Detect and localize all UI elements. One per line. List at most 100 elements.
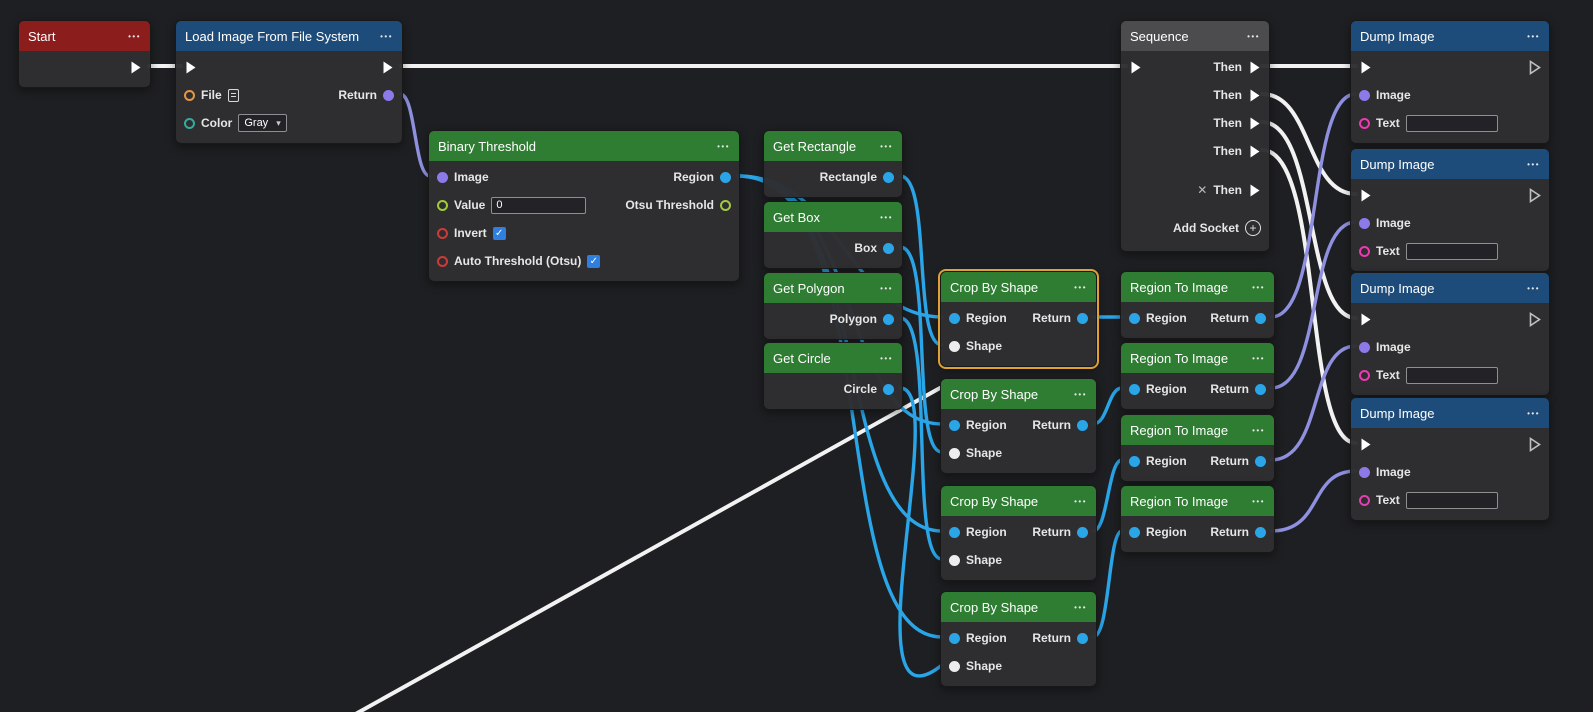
text-input-socket[interactable] [1359,370,1370,381]
node-header[interactable]: Dump Image ••• [1351,398,1549,428]
image-input-socket[interactable] [1359,90,1370,101]
node-get-polygon[interactable]: Get Polygon ••• Polygon [763,272,903,340]
node-dump-image-2[interactable]: Dump Image ••• Image Text [1350,148,1550,272]
shape-input-socket[interactable] [949,555,960,566]
node-region-to-image-2[interactable]: Region To Image ••• Region Return [1120,342,1275,410]
node-crop-by-shape-1[interactable]: Crop By Shape ••• Region Return Shape [940,271,1097,367]
node-header[interactable]: Get Polygon ••• [764,273,902,303]
file-input-socket[interactable] [184,90,195,101]
exec-in-socket[interactable] [184,60,197,75]
node-crop-by-shape-2[interactable]: Crop By Shape ••• Region Return Shape [940,378,1097,474]
node-menu-icon[interactable]: ••• [880,354,893,363]
node-region-to-image-3[interactable]: Region To Image ••• Region Return [1120,414,1275,482]
color-select[interactable]: Gray ▾ [238,114,286,132]
node-menu-icon[interactable]: ••• [1527,409,1540,418]
exec-out-socket[interactable] [129,60,142,75]
return-output-socket[interactable] [1255,313,1266,324]
node-header[interactable]: Crop By Shape ••• [941,272,1096,302]
node-get-circle[interactable]: Get Circle ••• Circle [763,342,903,410]
exec-out-socket[interactable] [1528,437,1541,452]
node-menu-icon[interactable]: ••• [1074,390,1087,399]
exec-out-socket[interactable] [1528,60,1541,75]
node-header[interactable]: Dump Image ••• [1351,149,1549,179]
node-header[interactable]: Region To Image ••• [1121,272,1274,302]
color-input-socket[interactable] [184,118,195,129]
node-header[interactable]: Dump Image ••• [1351,21,1549,51]
node-menu-icon[interactable]: ••• [1527,160,1540,169]
node-get-rectangle[interactable]: Get Rectangle ••• Rectangle [763,130,903,198]
node-dump-image-4[interactable]: Dump Image ••• Image Text [1350,397,1550,521]
then-exec-out-socket[interactable] [1248,88,1261,103]
node-menu-icon[interactable]: ••• [1074,283,1087,292]
node-get-box[interactable]: Get Box ••• Box [763,201,903,269]
text-input[interactable] [1406,115,1498,132]
text-input[interactable] [1406,367,1498,384]
add-socket-icon[interactable]: + [1245,220,1261,236]
text-input-socket[interactable] [1359,246,1370,257]
return-output-socket[interactable] [1077,420,1088,431]
return-output-socket[interactable] [1077,633,1088,644]
return-output-socket[interactable] [1255,384,1266,395]
text-input-socket[interactable] [1359,495,1370,506]
image-input-socket[interactable] [1359,218,1370,229]
region-input-socket[interactable] [949,527,960,538]
exec-out-socket[interactable] [381,60,394,75]
then-exec-out-socket[interactable] [1248,183,1261,198]
node-menu-icon[interactable]: ••• [1252,354,1265,363]
node-dump-image-3[interactable]: Dump Image ••• Image Text [1350,272,1550,396]
node-header[interactable]: Crop By Shape ••• [941,592,1096,622]
image-input-socket[interactable] [437,172,448,183]
node-menu-icon[interactable]: ••• [880,213,893,222]
exec-out-socket[interactable] [1528,312,1541,327]
node-menu-icon[interactable]: ••• [1252,283,1265,292]
text-input[interactable] [1406,243,1498,260]
otsu-threshold-output-socket[interactable] [720,200,731,211]
exec-out-socket[interactable] [1528,188,1541,203]
node-header[interactable]: Start ••• [19,21,150,51]
box-output-socket[interactable] [883,243,894,254]
node-menu-icon[interactable]: ••• [1074,497,1087,506]
image-input-socket[interactable] [1359,342,1370,353]
node-header[interactable]: Binary Threshold ••• [429,131,739,161]
shape-input-socket[interactable] [949,341,960,352]
node-header[interactable]: Region To Image ••• [1121,486,1274,516]
region-output-socket[interactable] [720,172,731,183]
rectangle-output-socket[interactable] [883,172,894,183]
exec-in-socket[interactable] [1129,60,1142,75]
return-output-socket[interactable] [1255,456,1266,467]
node-menu-icon[interactable]: ••• [1527,32,1540,41]
exec-in-socket[interactable] [1359,188,1372,203]
node-binary-threshold[interactable]: Binary Threshold ••• Image Region Value … [428,130,740,282]
region-input-socket[interactable] [949,420,960,431]
node-dump-image-1[interactable]: Dump Image ••• Image Text [1350,20,1550,144]
return-output-socket[interactable] [1255,527,1266,538]
node-region-to-image-4[interactable]: Region To Image ••• Region Return [1120,485,1275,553]
node-header[interactable]: Get Circle ••• [764,343,902,373]
node-header[interactable]: Get Rectangle ••• [764,131,902,161]
shape-input-socket[interactable] [949,448,960,459]
node-crop-by-shape-4[interactable]: Crop By Shape ••• Region Return Shape [940,591,1097,687]
node-menu-icon[interactable]: ••• [880,142,893,151]
node-header[interactable]: Region To Image ••• [1121,415,1274,445]
node-load-image[interactable]: Load Image From File System ••• File Ret… [175,20,403,144]
node-header[interactable]: Crop By Shape ••• [941,486,1096,516]
polygon-output-socket[interactable] [883,314,894,325]
node-menu-icon[interactable]: ••• [1252,426,1265,435]
then-exec-out-socket[interactable] [1248,116,1261,131]
node-header[interactable]: Sequence ••• [1121,21,1269,51]
return-output-socket[interactable] [383,90,394,101]
node-menu-icon[interactable]: ••• [717,142,730,151]
node-editor-canvas[interactable]: Start ••• Load Image From File System ••… [0,0,1593,712]
node-sequence[interactable]: Sequence ••• Then Then Then Then [1120,20,1270,252]
then-exec-out-socket[interactable] [1248,60,1261,75]
node-crop-by-shape-3[interactable]: Crop By Shape ••• Region Return Shape [940,485,1097,581]
region-input-socket[interactable] [1129,527,1140,538]
value-input-socket[interactable] [437,200,448,211]
node-menu-icon[interactable]: ••• [380,32,393,41]
node-header[interactable]: Dump Image ••• [1351,273,1549,303]
text-input-socket[interactable] [1359,118,1370,129]
node-menu-icon[interactable]: ••• [880,284,893,293]
node-header[interactable]: Get Box ••• [764,202,902,232]
remove-socket-icon[interactable]: ✕ [1197,183,1207,197]
text-input[interactable] [1406,492,1498,509]
